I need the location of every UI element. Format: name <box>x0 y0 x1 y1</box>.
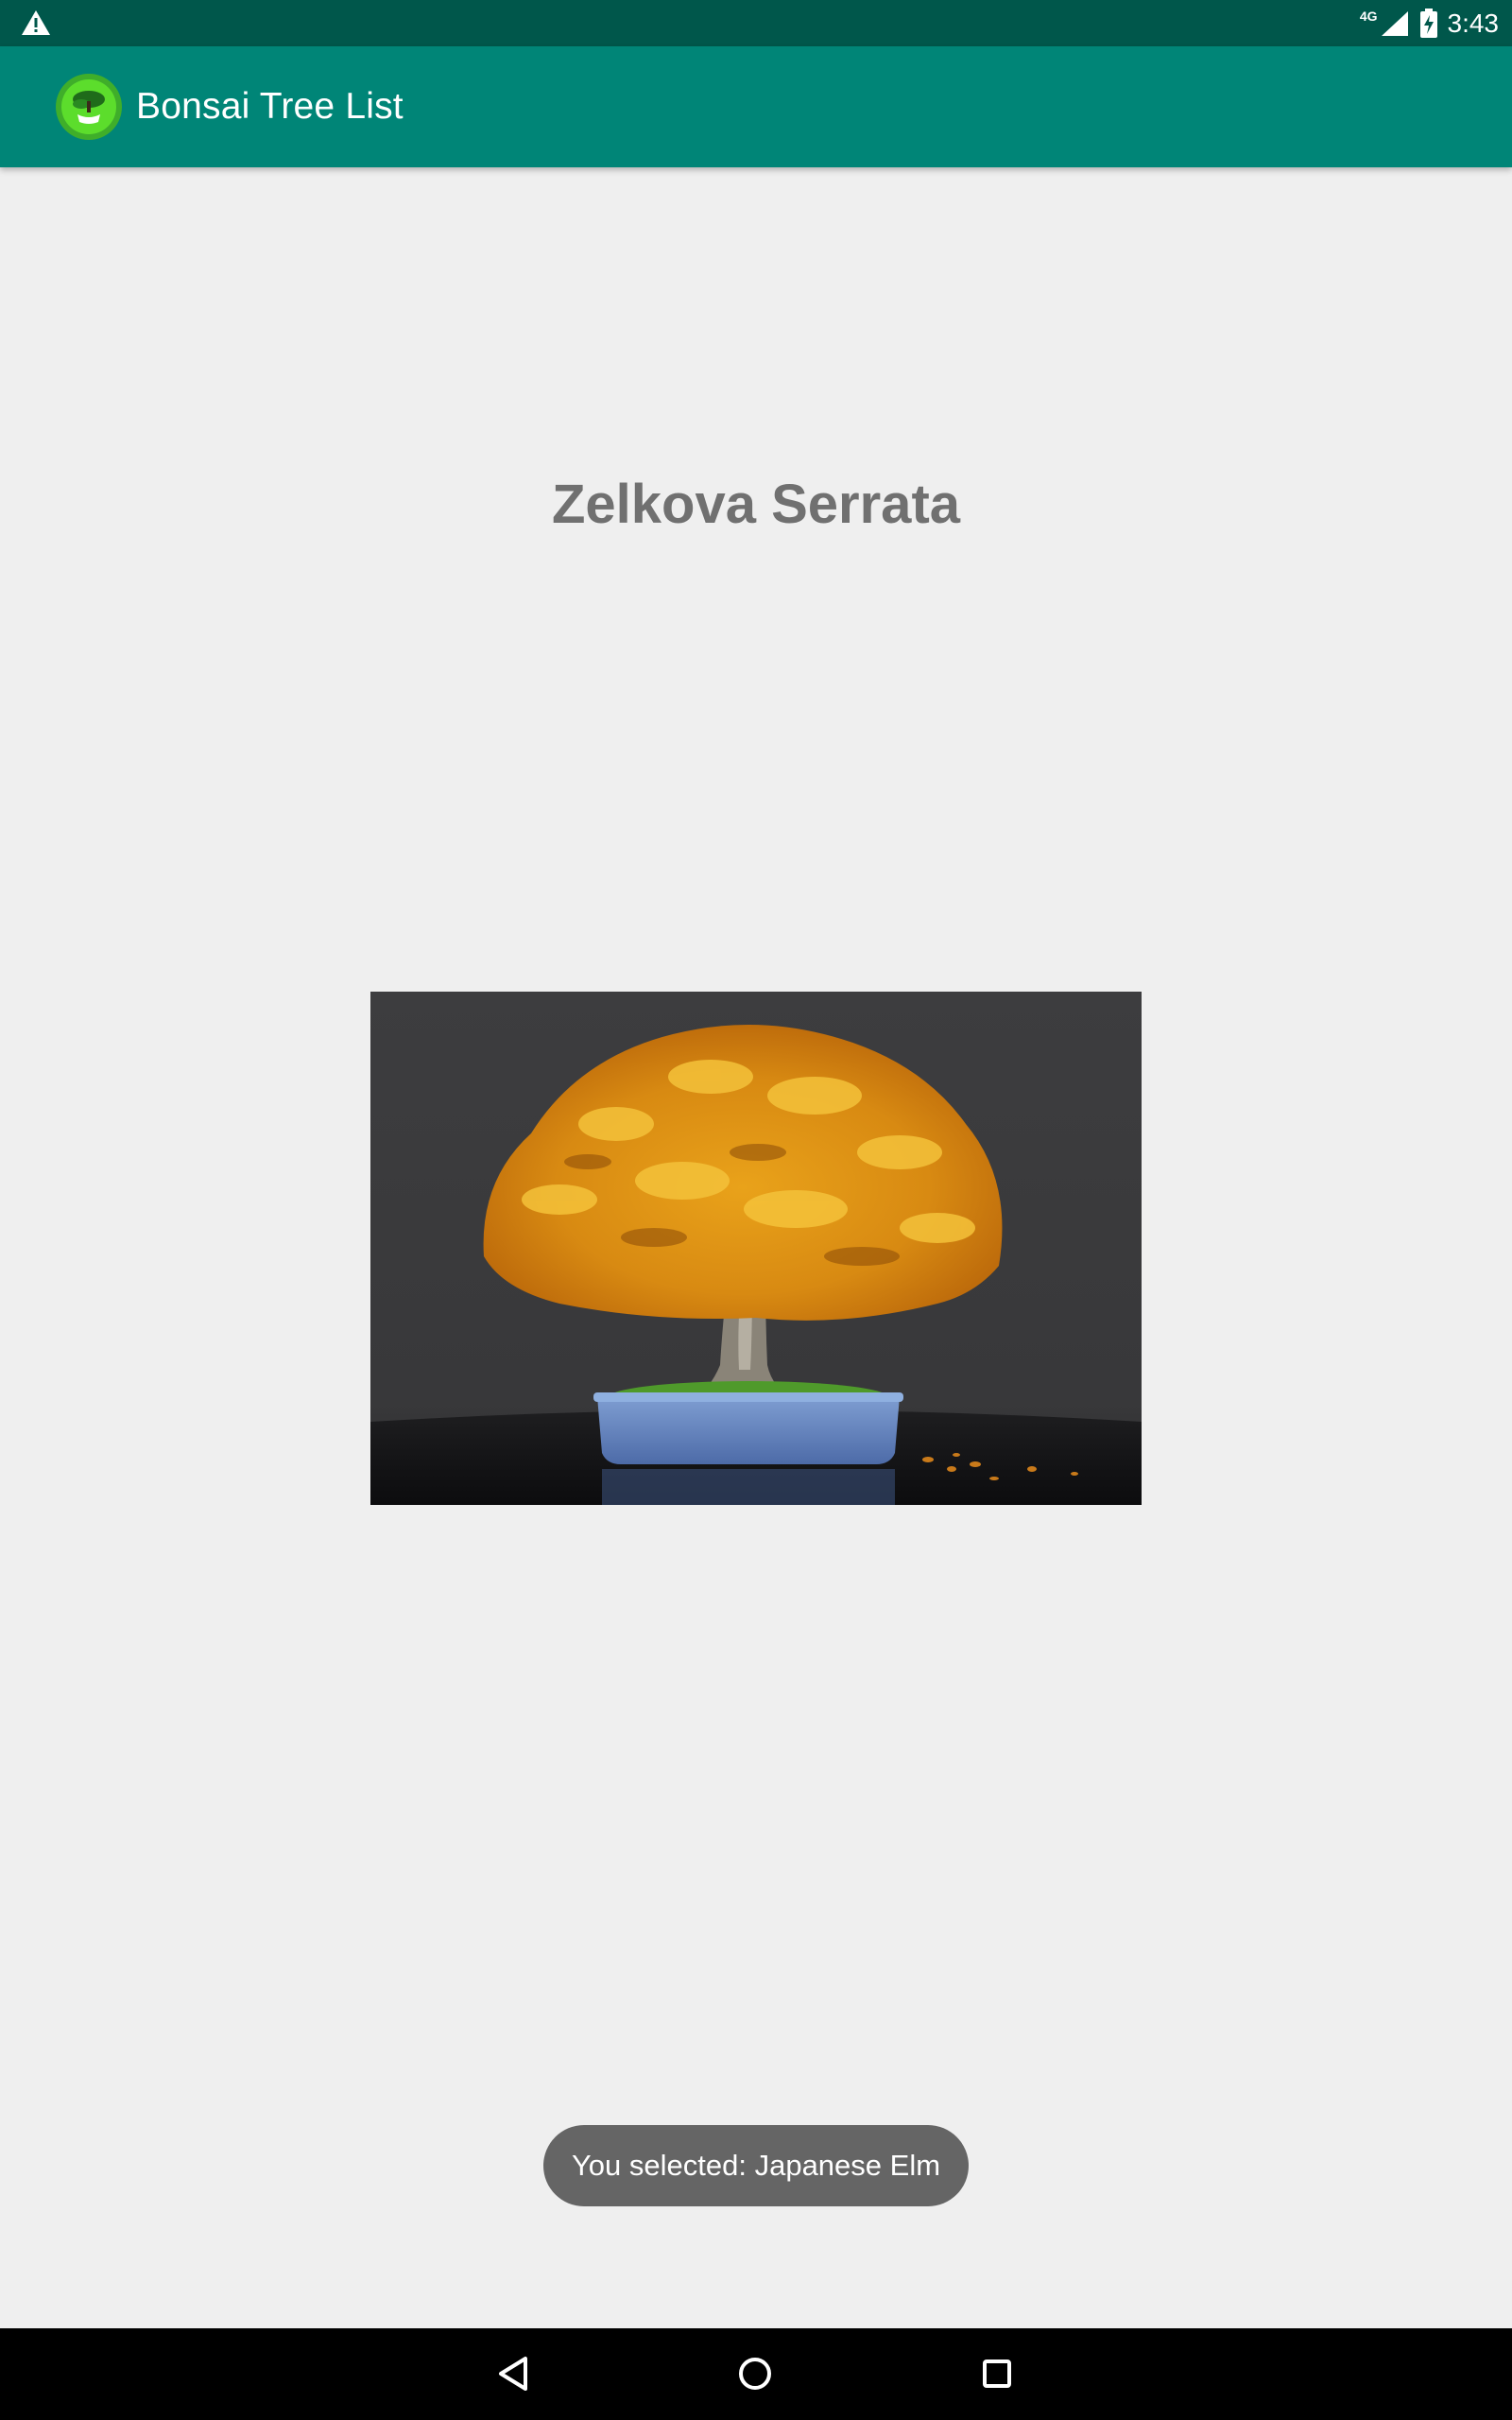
recent-apps-button[interactable] <box>971 2347 1023 2400</box>
bonsai-photo <box>370 992 1142 1505</box>
signal-icon <box>1381 10 1408 36</box>
home-icon <box>739 2358 771 2390</box>
app-title: Bonsai Tree List <box>136 86 404 127</box>
status-icons: 4G 3:43 <box>1360 0 1499 46</box>
bonsai-logo-icon <box>56 74 122 140</box>
battery-charging-icon <box>1419 8 1437 38</box>
recent-apps-icon <box>983 2360 1011 2388</box>
network-type-label: 4G <box>1359 8 1378 24</box>
toast-message: You selected: Japanese Elm <box>543 2125 969 2206</box>
clock: 3:43 <box>1447 8 1500 38</box>
back-icon <box>499 2357 527 2391</box>
screen: 4G 3:43 Bonsai Tree List Zelkova Serrata <box>0 0 1512 2420</box>
status-bar: 4G 3:43 <box>0 0 1512 46</box>
tree-name-heading: Zelkova Serrata <box>551 474 961 535</box>
home-button[interactable] <box>729 2347 782 2400</box>
warning-icon <box>22 10 50 35</box>
app-bar: Bonsai Tree List <box>0 46 1512 167</box>
back-button[interactable] <box>488 2347 541 2400</box>
navigation-bar <box>0 2328 1512 2420</box>
